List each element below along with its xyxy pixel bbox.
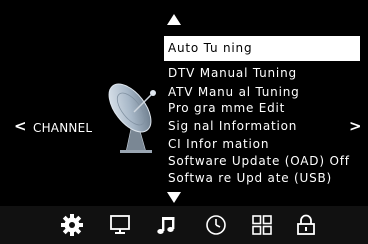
scroll-down-arrow-icon[interactable] bbox=[167, 192, 181, 203]
clock-icon bbox=[206, 215, 226, 235]
satellite-dish-icon bbox=[108, 83, 156, 153]
tab-sound[interactable] bbox=[154, 213, 180, 237]
next-category-button[interactable]: > bbox=[349, 117, 362, 135]
menu-item-dtv-manual-tuning[interactable]: DTV Manual Tuning bbox=[164, 64, 360, 84]
music-note-icon bbox=[157, 217, 175, 234]
scroll-up-arrow-icon[interactable] bbox=[167, 14, 181, 25]
lock-icon bbox=[297, 214, 315, 235]
tv-menu-screen: < CHANNEL Auto Tu ning DTV Manual Tuning… bbox=[0, 0, 368, 244]
previous-category-button[interactable]: < bbox=[14, 117, 27, 135]
menu-item-programme-edit[interactable]: Pro gra mme Edit bbox=[164, 100, 360, 117]
menu-item-ci-information[interactable]: CI Infor mation bbox=[164, 136, 360, 153]
category-tab-bar bbox=[0, 206, 368, 244]
gear-icon bbox=[61, 214, 83, 236]
menu-item-signal-information[interactable]: Sig nal Information bbox=[164, 117, 360, 137]
channel-menu-list: Auto Tu ning DTV Manual Tuning ATV Manu … bbox=[164, 36, 360, 189]
tab-picture[interactable] bbox=[107, 213, 133, 237]
menu-item-software-update-usb[interactable]: Softwa re Upd ate (USB) bbox=[164, 169, 360, 189]
grid-icon bbox=[252, 215, 272, 235]
menu-item-software-update-oad[interactable]: Software Update (OAD) Off bbox=[164, 153, 360, 170]
category-title: CHANNEL bbox=[33, 121, 93, 135]
tab-time[interactable] bbox=[203, 213, 229, 237]
tab-lock[interactable] bbox=[293, 213, 319, 237]
tab-channel[interactable] bbox=[59, 213, 85, 237]
menu-item-auto-tuning[interactable]: Auto Tu ning bbox=[164, 36, 360, 61]
monitor-icon bbox=[110, 215, 130, 234]
tab-options[interactable] bbox=[249, 213, 275, 237]
menu-item-atv-manual-tuning[interactable]: ATV Manu al Tuning bbox=[164, 84, 360, 101]
